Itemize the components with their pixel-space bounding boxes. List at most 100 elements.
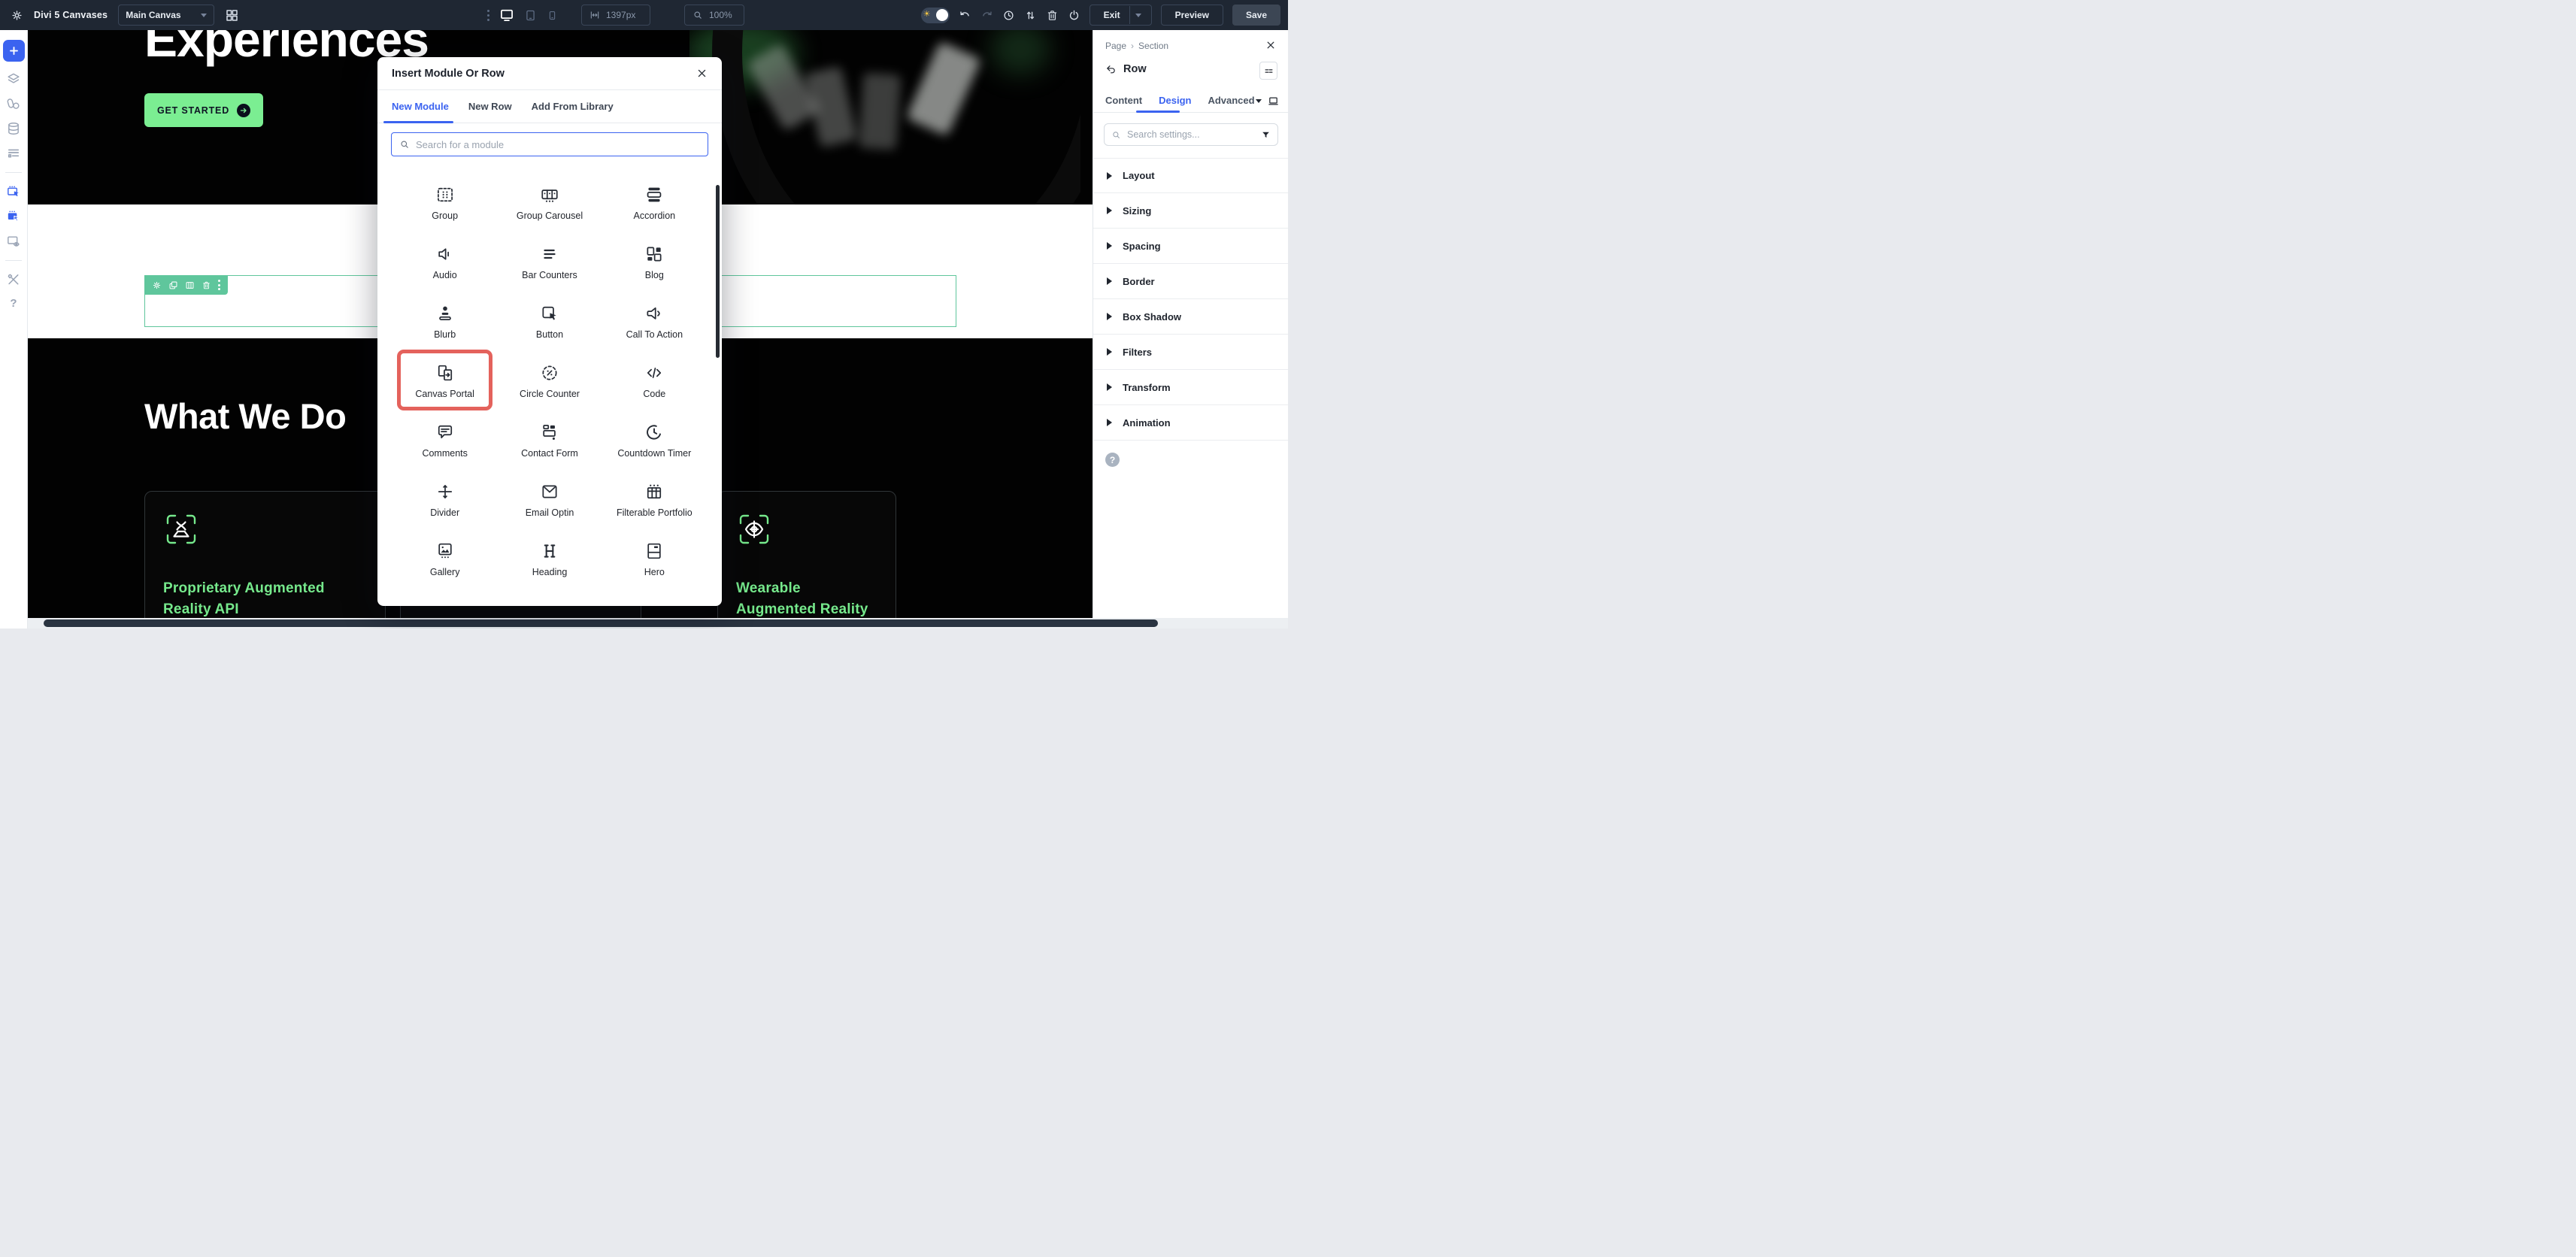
module-audio[interactable]: Audio xyxy=(392,232,497,292)
module-accordion[interactable]: Accordion xyxy=(602,173,707,232)
feature-card-title: Wearable Augmented Reality xyxy=(736,578,877,618)
get-started-button[interactable]: GET STARTED xyxy=(144,93,263,127)
back-arrow-icon[interactable] xyxy=(1105,64,1117,75)
module-canvas-portal[interactable]: Canvas Portal xyxy=(392,351,497,410)
theme-toggle[interactable]: ☀ xyxy=(921,8,950,23)
settings-group-transform[interactable]: Transform xyxy=(1093,370,1288,405)
settings-group-label: Spacing xyxy=(1123,241,1161,252)
module-group-carousel[interactable]: Group Carousel xyxy=(497,173,602,232)
module-label: Group xyxy=(432,211,458,221)
zoom-input[interactable] xyxy=(709,10,736,20)
panel-close-icon[interactable] xyxy=(1265,40,1276,50)
horizontal-scrollbar-thumb[interactable] xyxy=(44,619,1158,627)
desktop-view-icon[interactable] xyxy=(499,8,514,23)
module-gallery[interactable]: Gallery xyxy=(392,529,497,589)
module-filterable-portfolio[interactable]: Filterable Portfolio xyxy=(602,470,707,529)
tab-content[interactable]: Content xyxy=(1105,95,1142,106)
breadcrumb-page[interactable]: Page xyxy=(1105,41,1126,51)
modal-close-icon[interactable] xyxy=(696,68,708,79)
assets-icon[interactable] xyxy=(6,96,21,111)
settings-group-box-shadow[interactable]: Box Shadow xyxy=(1093,299,1288,335)
module-search[interactable] xyxy=(391,132,708,156)
sort-arrows-icon[interactable] xyxy=(1024,9,1037,22)
module-divider[interactable]: Divider xyxy=(392,470,497,529)
module-label: Email Optin xyxy=(526,507,574,518)
module-image[interactable] xyxy=(602,589,707,606)
breadcrumb-section[interactable]: Section xyxy=(1138,41,1168,51)
help-icon[interactable]: ? xyxy=(1105,453,1120,467)
module-hero[interactable]: Hero xyxy=(602,529,707,589)
save-button[interactable]: Save xyxy=(1232,5,1280,26)
module-blog[interactable]: Blog xyxy=(602,232,707,292)
phone-view-icon[interactable] xyxy=(547,10,558,21)
module-icon[interactable] xyxy=(392,589,497,606)
viewport-width-field[interactable] xyxy=(581,5,650,26)
zoom-field[interactable] xyxy=(684,5,744,26)
group-icon xyxy=(435,185,455,204)
tablet-view-icon[interactable] xyxy=(524,9,537,22)
exit-button[interactable]: Exit xyxy=(1089,5,1152,26)
database-icon[interactable] xyxy=(6,121,21,136)
tab-new-module[interactable]: New Module xyxy=(392,101,449,112)
row-kebab-icon[interactable] xyxy=(218,280,220,290)
viewport-width-input[interactable] xyxy=(606,10,642,20)
settings-search[interactable] xyxy=(1104,123,1278,146)
module-contact-form[interactable]: Contact Form xyxy=(497,410,602,470)
trash-icon[interactable] xyxy=(1046,9,1059,22)
tools-icon[interactable] xyxy=(6,272,21,287)
row-columns-icon[interactable] xyxy=(185,280,195,290)
module-email-optin[interactable]: Email Optin xyxy=(497,470,602,529)
feature-card: Wearable Augmented Reality xyxy=(717,491,896,618)
tab-new-row[interactable]: New Row xyxy=(468,101,512,112)
settings-group-filters[interactable]: Filters xyxy=(1093,335,1288,370)
portability-icon[interactable] xyxy=(1068,9,1080,22)
settings-group-sizing[interactable]: Sizing xyxy=(1093,193,1288,229)
settings-group-border[interactable]: Border xyxy=(1093,264,1288,299)
email-optin-icon xyxy=(540,482,559,501)
help-icon[interactable]: ? xyxy=(10,297,17,310)
tab-add-from-library[interactable]: Add From Library xyxy=(532,101,614,112)
content-lines-icon[interactable] xyxy=(6,146,21,161)
settings-group-spacing[interactable]: Spacing xyxy=(1093,229,1288,264)
modal-scrollbar-thumb[interactable] xyxy=(716,185,720,358)
settings-group-animation[interactable]: Animation xyxy=(1093,405,1288,441)
history-icon[interactable] xyxy=(1002,9,1015,22)
tab-design[interactable]: Design xyxy=(1159,95,1191,106)
module-group[interactable]: Group xyxy=(392,173,497,232)
desktop-responsive-icon[interactable] xyxy=(1268,95,1279,107)
filter-funnel-icon[interactable] xyxy=(1261,130,1271,140)
module-heading[interactable]: Heading xyxy=(497,529,602,589)
row-gear-icon[interactable] xyxy=(152,280,162,290)
settings-gear-icon[interactable] xyxy=(11,9,23,22)
module-icon-list[interactable] xyxy=(497,589,602,606)
module-label: Bar Counters xyxy=(522,270,577,280)
module-call-to-action[interactable]: Call To Action xyxy=(602,292,707,351)
module-countdown-timer[interactable]: Countdown Timer xyxy=(602,410,707,470)
module-button[interactable]: Button xyxy=(497,292,602,351)
settings-search-input[interactable] xyxy=(1127,129,1255,140)
section-heading: What We Do xyxy=(144,395,346,437)
sidebar-item-add-element[interactable] xyxy=(3,40,25,62)
undo-icon[interactable] xyxy=(959,9,971,22)
wireframe-cursor-filled-icon[interactable] xyxy=(6,209,21,224)
drag-handle-button[interactable] xyxy=(1259,62,1277,80)
settings-group-layout[interactable]: Layout xyxy=(1093,158,1288,193)
row-copy-icon[interactable] xyxy=(168,280,178,290)
module-circle-counter[interactable]: Circle Counter xyxy=(497,351,602,410)
module-search-input[interactable] xyxy=(416,139,700,150)
wireframe-cursor-icon[interactable] xyxy=(6,184,21,199)
chevron-down-icon[interactable] xyxy=(1256,99,1262,103)
canvas-grid-icon[interactable] xyxy=(225,8,239,23)
wireframe-eye-icon[interactable] xyxy=(6,234,21,249)
canvas-selector[interactable]: Main Canvas xyxy=(118,5,214,26)
redo-icon[interactable] xyxy=(980,9,993,22)
module-comments[interactable]: Comments xyxy=(392,410,497,470)
module-bar-counters[interactable]: Bar Counters xyxy=(497,232,602,292)
module-blurb[interactable]: Blurb xyxy=(392,292,497,351)
tab-advanced[interactable]: Advanced xyxy=(1208,95,1254,106)
row-trash-icon[interactable] xyxy=(202,280,211,290)
kebab-menu-icon[interactable] xyxy=(487,10,489,21)
preview-button[interactable]: Preview xyxy=(1161,5,1223,26)
layers-icon[interactable] xyxy=(6,71,21,86)
module-code[interactable]: Code xyxy=(602,351,707,410)
